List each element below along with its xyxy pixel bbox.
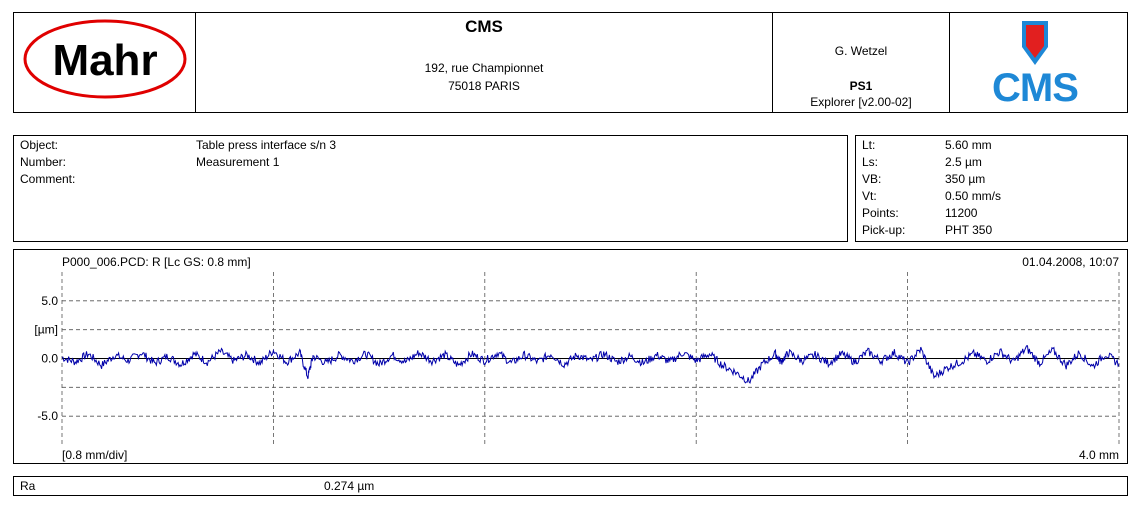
info-label: Object: bbox=[20, 138, 59, 152]
header-box: Mahr CMS 192, rue Championnet 75018 PARI… bbox=[13, 12, 1128, 113]
result-value: 0.274 µm bbox=[324, 479, 375, 493]
info-value: Measurement 1 bbox=[196, 155, 280, 169]
info-row: Number: Measurement 1 bbox=[14, 154, 847, 171]
param-label: Points: bbox=[862, 206, 899, 220]
mahr-logo-text: Mahr bbox=[52, 36, 157, 85]
param-row: Ls: 2.5 µm bbox=[856, 154, 1127, 171]
param-row: Vt: 0.50 mm/s bbox=[856, 188, 1127, 205]
program-name: PS1 bbox=[849, 79, 873, 93]
object-info-box: Object: Table press interface s/n 3 Number… bbox=[13, 135, 848, 242]
param-label: Lt: bbox=[862, 138, 876, 152]
address-line-2: 75018 PARIS bbox=[448, 79, 520, 93]
param-value: 2.5 µm bbox=[945, 155, 982, 169]
profile-series-line bbox=[61, 345, 1120, 384]
operator-name: G. Wetzel bbox=[834, 44, 888, 58]
profile-chart-box: P000_006.PCD: R [Lc GS: 0.8 mm] 01.04.20… bbox=[13, 249, 1128, 464]
y-tick-label: 5.0 bbox=[41, 294, 58, 308]
y-tick-label: 0.0 bbox=[41, 352, 58, 366]
param-row: Points: 11200 bbox=[856, 205, 1127, 222]
software-version: Explorer [v2.00-02] bbox=[810, 95, 912, 109]
param-row: Pick-up: PHT 350 bbox=[856, 222, 1127, 239]
param-label: VB: bbox=[862, 172, 882, 186]
param-label: Vt: bbox=[862, 189, 877, 203]
info-value: Table press interface s/n 3 bbox=[196, 138, 337, 152]
mahr-logo: Mahr bbox=[23, 19, 187, 99]
result-label: Ra bbox=[20, 479, 36, 493]
info-label: Number: bbox=[20, 155, 67, 169]
info-label: Comment: bbox=[20, 172, 76, 186]
param-value: PHT 350 bbox=[945, 223, 993, 237]
info-row: Object: Table press interface s/n 3 bbox=[14, 137, 847, 154]
param-value: 5.60 mm bbox=[945, 138, 992, 152]
param-row: VB: 350 µm bbox=[856, 171, 1127, 188]
header-divider bbox=[949, 13, 950, 112]
company-name: CMS bbox=[465, 17, 503, 36]
param-value: 350 µm bbox=[945, 172, 986, 186]
y-unit-label: [µm] bbox=[34, 323, 58, 337]
measurement-params-box: Lt: 5.60 mm Ls: 2.5 µm VB: 350 µm Vt: 0.50 mm/s… bbox=[855, 135, 1128, 242]
cms-logo-text: CMS bbox=[992, 66, 1078, 103]
address-line-1: 192, rue Championnet bbox=[424, 61, 544, 75]
info-row: Comment: bbox=[14, 171, 847, 188]
result-box: Ra 0.274 µm bbox=[13, 476, 1128, 496]
param-value: 0.50 mm/s bbox=[945, 189, 1002, 203]
param-value: 11200 bbox=[945, 206, 978, 220]
param-label: Ls: bbox=[862, 155, 879, 169]
param-label: Pick-up: bbox=[862, 223, 906, 237]
cms-logo: CMS bbox=[982, 19, 1092, 110]
param-row: Lt: 5.60 mm bbox=[856, 137, 1127, 154]
y-tick-label: -5.0 bbox=[37, 409, 58, 423]
profile-chart: 5.0 0.0 -5.0 [µm] bbox=[34, 272, 1120, 445]
